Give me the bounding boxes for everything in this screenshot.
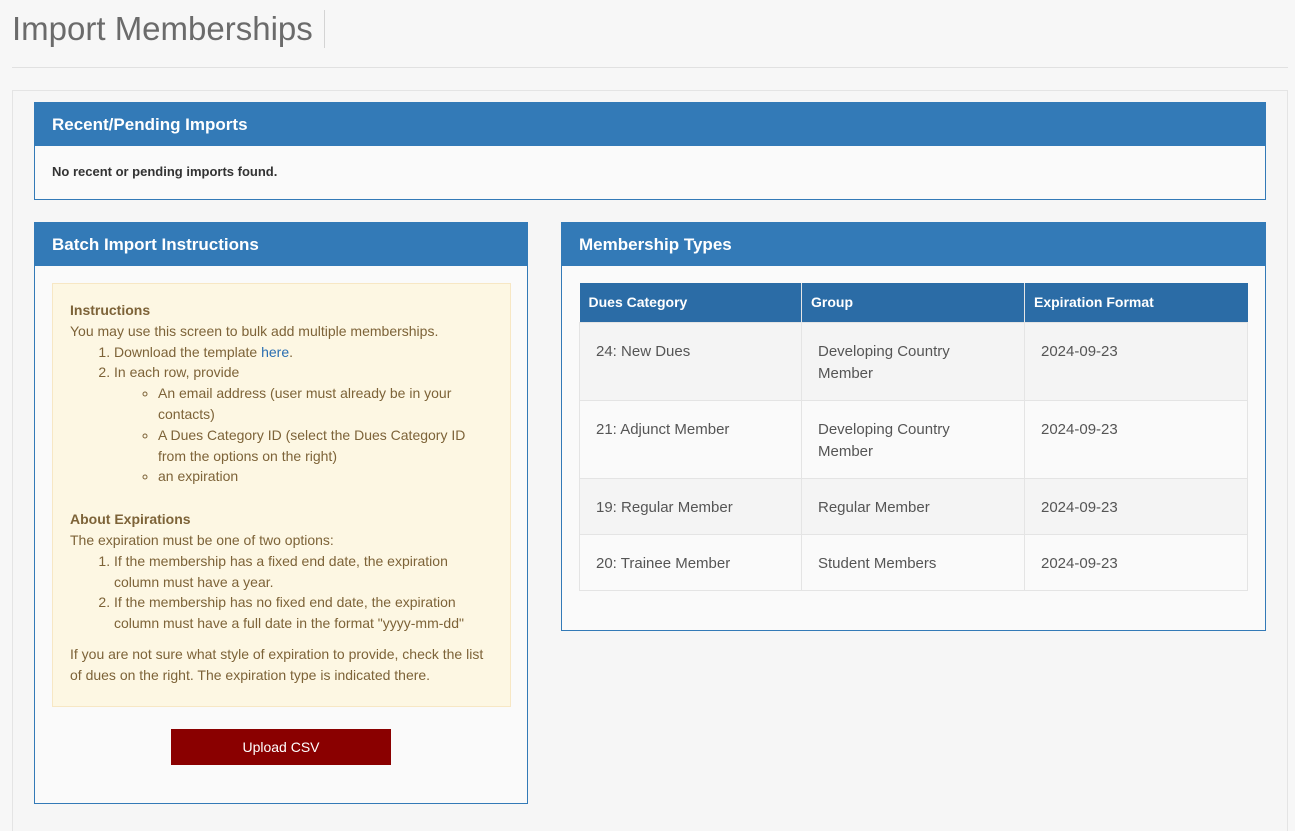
recent-imports-panel: Recent/Pending Imports No recent or pend… (34, 102, 1266, 200)
cell-group: Student Members (801, 533, 1025, 591)
cell-dues-category: 20: Trainee Member (579, 533, 802, 591)
cell-dues-category: 19: Regular Member (579, 477, 802, 535)
instruction-step-provide: In each row, provide An email address (u… (114, 362, 493, 487)
page-header: Import Memberships (12, 8, 1288, 68)
table-header-row: Dues Category Group Expiration Format (579, 283, 1248, 322)
content-area: Recent/Pending Imports No recent or pend… (12, 90, 1288, 831)
cell-group: Developing Country Member (801, 399, 1025, 479)
bullet-email: An email address (user must already be i… (158, 383, 493, 425)
expiration-option-full-date: If the membership has no fixed end date,… (114, 592, 493, 634)
membership-types-panel: Membership Types Dues Category Group Exp… (561, 222, 1266, 631)
column-header-expiration-format: Expiration Format (1024, 283, 1248, 322)
cell-dues-category: 24: New Dues (579, 321, 802, 401)
cell-group: Developing Country Member (801, 321, 1025, 401)
cell-expiration: 2024-09-23 (1024, 321, 1248, 401)
instructions-box: Instructions You may use this screen to … (52, 283, 511, 707)
column-header-dues-category: Dues Category (579, 283, 802, 322)
page-title: Import Memberships (12, 10, 325, 48)
step-download-text: Download the template (114, 343, 262, 360)
instructions-title: Instructions (70, 302, 151, 318)
expirations-title: About Expirations (70, 511, 191, 528)
table-row: 24: New Dues Developing Country Member 2… (579, 321, 1248, 401)
bullet-expiration: an expiration (158, 466, 493, 487)
expirations-intro: The expiration must be one of two option… (70, 531, 334, 548)
recent-imports-heading: Recent/Pending Imports (35, 103, 1265, 146)
cell-dues-category: 21: Adjunct Member (579, 399, 802, 479)
expirations-note: If you are not sure what style of expira… (70, 645, 484, 683)
cell-expiration: 2024-09-23 (1024, 399, 1248, 479)
column-header-group: Group (801, 283, 1025, 322)
table-row: 19: Regular Member Regular Member 2024-0… (579, 477, 1248, 535)
membership-types-heading: Membership Types (562, 223, 1265, 266)
membership-types-table: Dues Category Group Expiration Format 24… (579, 283, 1248, 591)
step-provide-text: In each row, provide (114, 364, 240, 381)
instructions-intro: You may use this screen to bulk add mult… (70, 322, 439, 339)
bullet-dues-category: A Dues Category ID (select the Dues Cate… (158, 425, 493, 467)
table-row: 21: Adjunct Member Developing Country Me… (579, 399, 1248, 479)
upload-csv-button[interactable]: Upload CSV (171, 729, 391, 765)
expiration-option-fixed: If the membership has a fixed end date, … (114, 551, 493, 593)
instruction-step-download: Download the template here. (114, 342, 493, 363)
cell-expiration: 2024-09-23 (1024, 477, 1248, 535)
template-download-link[interactable]: here (261, 344, 289, 360)
provide-bullets: An email address (user must already be i… (114, 383, 493, 487)
expiration-options: If the membership has a fixed end date, … (70, 551, 493, 634)
recent-imports-empty-message: No recent or pending imports found. (52, 164, 278, 179)
cell-expiration: 2024-09-23 (1024, 533, 1248, 591)
instructions-steps: Download the template here. In each row,… (70, 342, 493, 488)
batch-import-panel: Batch Import Instructions Instructions Y… (34, 222, 528, 804)
cell-group: Regular Member (801, 477, 1025, 535)
batch-import-heading: Batch Import Instructions (35, 223, 527, 266)
table-row: 20: Trainee Member Student Members 2024-… (579, 533, 1248, 591)
step-download-suffix: . (289, 343, 294, 360)
